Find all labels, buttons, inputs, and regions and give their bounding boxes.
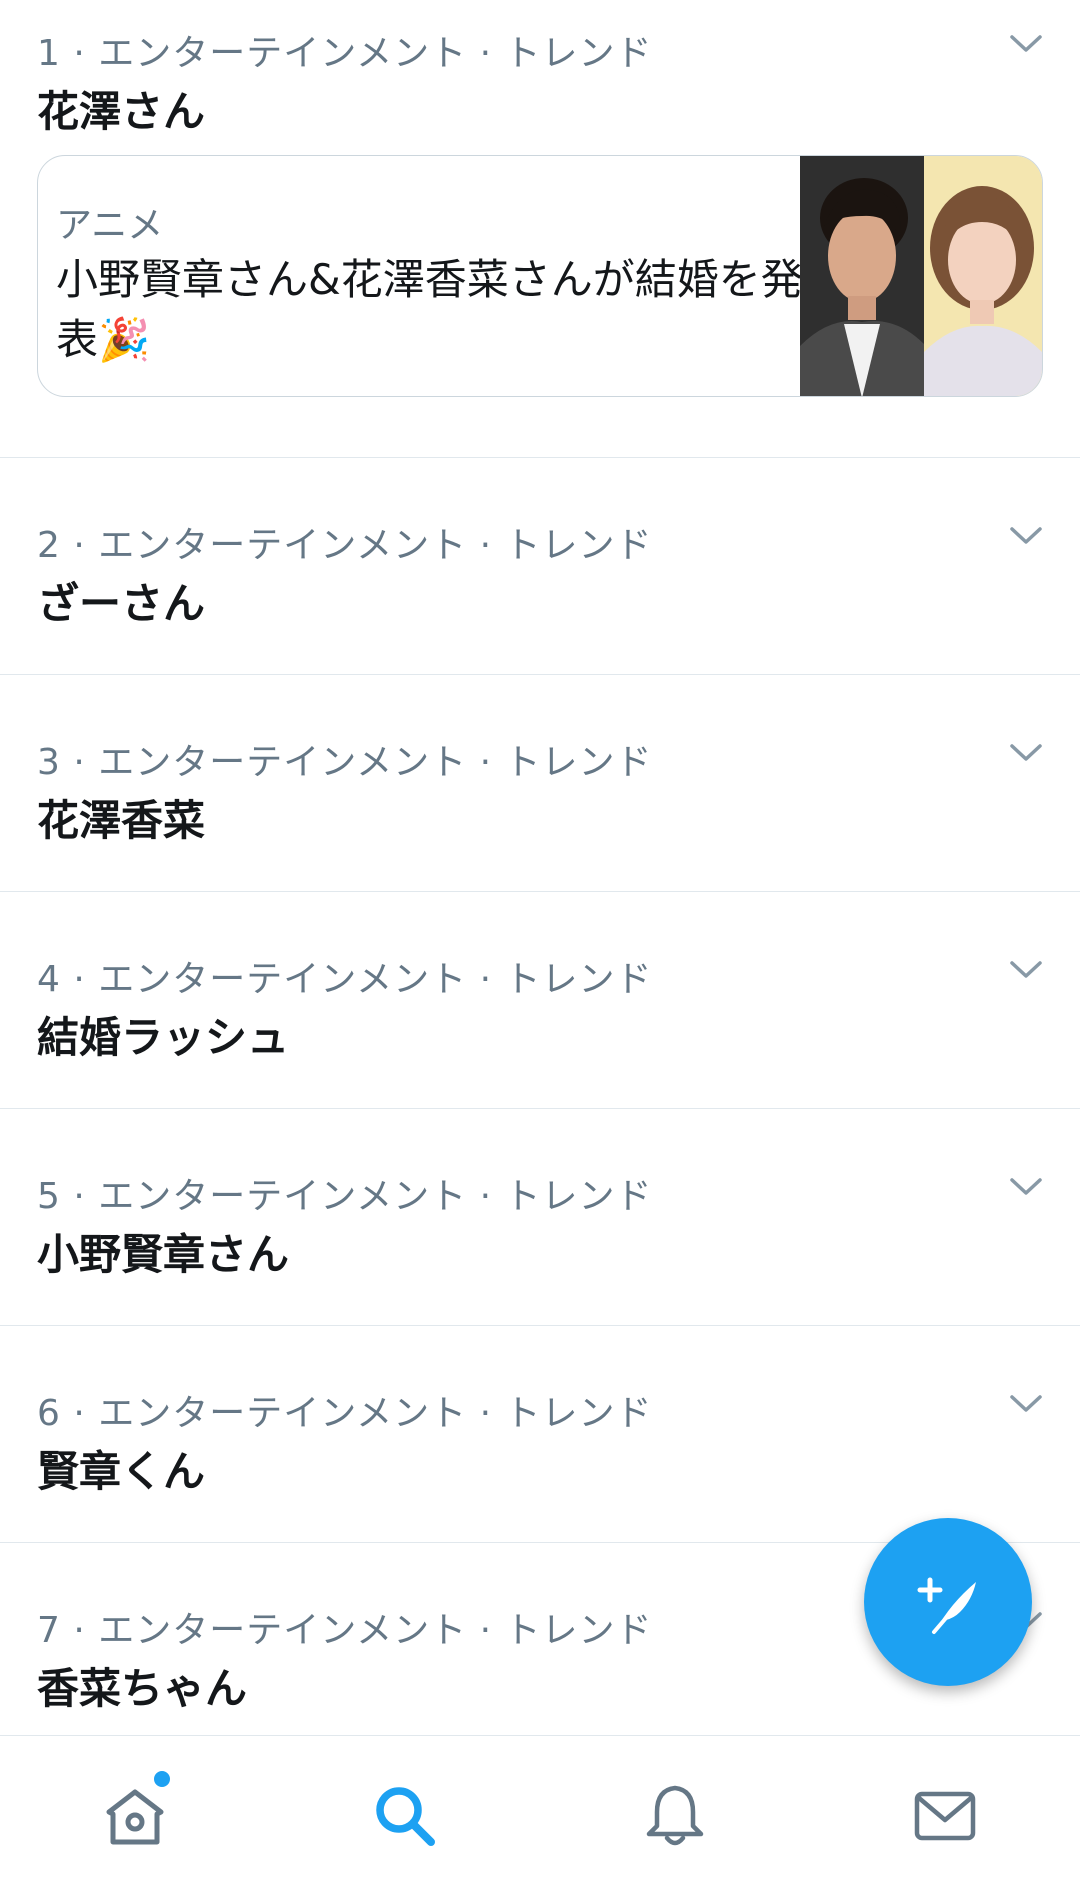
card-headline: 小野賢章さん&花澤香菜さんが結婚を発表🎉 xyxy=(56,255,803,364)
trend-item-3[interactable]: 3 · エンターテインメント · トレンド 花澤香菜 xyxy=(0,675,1080,892)
trend-meta: 5 · エンターテインメント · トレンド xyxy=(37,1176,653,1217)
trend-meta: 1 · エンターテインメント · トレンド xyxy=(37,33,653,74)
trend-title: 香菜ちゃん xyxy=(37,1664,248,1713)
nav-messages-button[interactable] xyxy=(905,1776,985,1856)
trend-title: 賢章くん xyxy=(37,1447,206,1496)
trend-title: 小野賢章さん xyxy=(37,1230,290,1279)
card-thumbnail xyxy=(800,156,1042,396)
trend-title: ざーさん xyxy=(37,579,206,628)
trend-meta: 2 · エンターテインメント · トレンド xyxy=(37,525,653,566)
card-category: アニメ xyxy=(56,205,164,246)
trends-page: 1 · エンターテインメント · トレンド 花澤さん アニメ 小野賢章さん&花澤… xyxy=(0,0,1080,1899)
nav-home-button[interactable] xyxy=(95,1768,175,1856)
chevron-down-icon[interactable] xyxy=(1004,731,1048,775)
trend-news-card[interactable]: アニメ 小野賢章さん&花澤香菜さんが結婚を発表🎉 xyxy=(37,155,1043,397)
compose-tweet-button[interactable] xyxy=(864,1518,1032,1686)
chevron-down-icon[interactable] xyxy=(1004,1165,1048,1209)
bottom-navigation-bar xyxy=(0,1735,1080,1899)
trend-title: 花澤さん xyxy=(37,87,206,136)
trend-meta: 3 · エンターテインメント · トレンド xyxy=(37,742,653,783)
bell-icon xyxy=(646,1785,704,1846)
trend-item-1[interactable]: 1 · エンターテインメント · トレンド 花澤さん アニメ 小野賢章さん&花澤… xyxy=(0,0,1080,458)
trend-item-4[interactable]: 4 · エンターテインメント · トレンド 結婚ラッシュ xyxy=(0,892,1080,1109)
trend-meta: 6 · エンターテインメント · トレンド xyxy=(37,1393,653,1434)
chevron-down-icon[interactable] xyxy=(1004,1382,1048,1426)
chevron-down-icon[interactable] xyxy=(1004,948,1048,992)
chevron-down-icon[interactable] xyxy=(1004,514,1048,558)
mail-icon xyxy=(914,1791,976,1841)
trend-item-2[interactable]: 2 · エンターテインメント · トレンド ざーさん xyxy=(0,458,1080,675)
trend-meta: 4 · エンターテインメント · トレンド xyxy=(37,959,653,1000)
nav-notifications-button[interactable] xyxy=(635,1776,715,1856)
trend-item-6[interactable]: 6 · エンターテインメント · トレンド 賢章くん xyxy=(0,1326,1080,1543)
trend-item-5[interactable]: 5 · エンターテインメント · トレンド 小野賢章さん xyxy=(0,1109,1080,1326)
nav-search-button[interactable] xyxy=(365,1776,445,1856)
trend-list: 1 · エンターテインメント · トレンド 花澤さん アニメ 小野賢章さん&花澤… xyxy=(0,0,1080,1735)
compose-tweet-icon xyxy=(917,1577,976,1634)
chevron-down-icon[interactable] xyxy=(1004,22,1048,66)
new-content-indicator xyxy=(151,1768,173,1790)
trend-title: 結婚ラッシュ xyxy=(37,1013,290,1062)
thumbnail-photo-man xyxy=(800,156,924,396)
trend-title: 花澤香菜 xyxy=(37,796,206,845)
home-icon xyxy=(106,1789,164,1845)
search-icon xyxy=(376,1787,435,1846)
trend-meta: 7 · エンターテインメント · トレンド xyxy=(37,1610,653,1651)
thumbnail-photo-woman xyxy=(924,156,1042,396)
